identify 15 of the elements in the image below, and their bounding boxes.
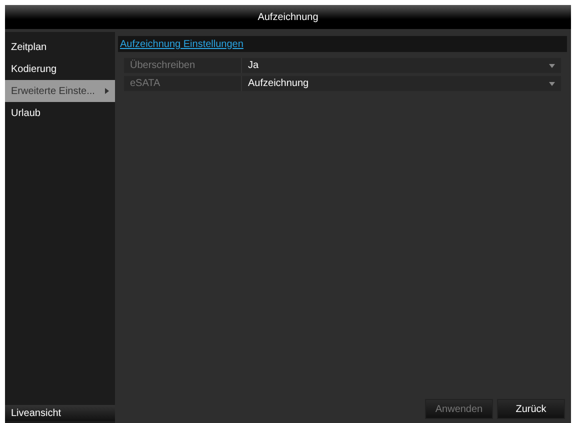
sidebar-item[interactable]: Urlaub (5, 102, 115, 124)
setting-label: eSATA (129, 77, 162, 91)
sidebar-item[interactable]: Erweiterte Einste... (5, 80, 115, 102)
caret-icon (105, 88, 109, 94)
section-link[interactable]: Aufzeichnung Einstellungen (120, 36, 244, 52)
dropdown-arrow-icon (549, 82, 555, 86)
setting-label: Überschreiben (129, 58, 196, 73)
sidebar-item[interactable]: Kodierung (5, 58, 115, 80)
window-title: Aufzeichnung (258, 10, 318, 24)
dropdown-field[interactable]: Aufzeichnung (241, 76, 561, 91)
dropdown-field[interactable]: Ja (241, 58, 561, 73)
dropdown-arrow-icon (549, 64, 555, 68)
live-view-button[interactable]: Liveansicht (5, 405, 115, 421)
action-button[interactable]: Zurück (497, 399, 565, 419)
sidebar-item[interactable]: Zeitplan (5, 36, 115, 58)
